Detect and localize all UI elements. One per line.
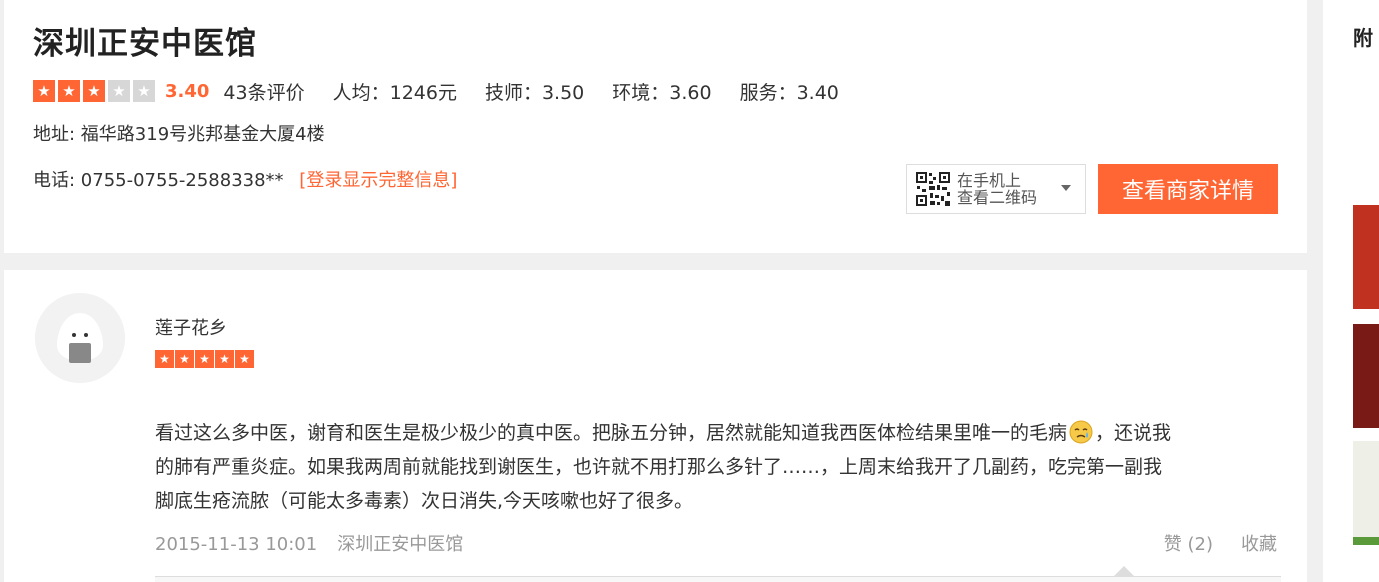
review-line-1: 看过这么多中医，谢育和医生是极少极少的真中医。把脉五分钟，居然就能知道我西医体检… xyxy=(155,422,1068,444)
review-body: 看过这么多中医，谢育和医生是极少极少的真中医。把脉五分钟，居然就能知道我西医体检… xyxy=(155,416,1281,518)
user-avatar[interactable] xyxy=(35,293,125,383)
review-line-2: 的肺有严重炎症。如果我两周前就能找到谢医生，也许就不用打那么多针了……，上周末给… xyxy=(155,456,1163,478)
review-actions: 赞 (2) 收藏 xyxy=(1164,530,1277,556)
shop-rating-stars: ★ ★ ★ ★ ★ xyxy=(33,80,155,102)
qr-label-line2: 查看二维码 xyxy=(957,188,1038,207)
review-line: 看过这么多中医，谢育和医生是极少极少的真中医。把脉五分钟，居然就能知道我西医体检… xyxy=(155,416,1281,450)
environment-score: 环境：3.60 xyxy=(612,81,712,104)
default-avatar-icon xyxy=(35,293,125,383)
star-icon: ★ xyxy=(175,350,194,368)
technician-score: 技师：3.50 xyxy=(484,81,585,104)
review-shop-link[interactable]: 深圳正安中医馆 xyxy=(337,534,463,555)
review-card: 莲子花乡 ★ ★ ★ ★ ★ 看过这么多中医，谢育和医生是极少极少的真中医。把脉… xyxy=(4,270,1307,582)
shop-phone: 电话: 0755-0755-2588338** xyxy=(33,170,284,191)
shop-name: 深圳正安中医馆 xyxy=(33,26,257,62)
rating-row: ★ ★ ★ ★ ★ 3.40 43条评价 人均：1246元 技师：3.50 环境… xyxy=(33,78,867,104)
review-meta: 2015-11-13 10:01 深圳正安中医馆 xyxy=(155,530,463,556)
star-icon: ★ xyxy=(235,350,254,368)
mobile-qr-button[interactable]: 在手机上 查看二维码 xyxy=(906,164,1086,214)
star-icon: ★ xyxy=(33,80,55,102)
review-line-1-tail: ，还说我 xyxy=(1095,422,1172,444)
review-username[interactable]: 莲子花乡 xyxy=(155,314,227,340)
star-icon: ★ xyxy=(58,80,80,102)
review-count-link[interactable]: 43条评价 xyxy=(223,78,304,105)
right-sidebar: 附 xyxy=(1323,0,1379,582)
shop-address: 地址: 福华路319号兆邦基金大厦4楼 xyxy=(33,124,325,145)
shop-info-card: 深圳正安中医馆 ★ ★ ★ ★ ★ 3.40 43条评价 人均：1246元 技师… xyxy=(4,0,1307,253)
reply-box-pointer xyxy=(1114,566,1134,576)
reply-box xyxy=(155,576,1281,582)
view-shop-details-button[interactable]: 查看商家详情 xyxy=(1098,164,1278,214)
caret-down-icon xyxy=(1061,185,1071,191)
star-empty-icon: ★ xyxy=(133,80,155,102)
qr-label: 在手机上 查看二维码 xyxy=(957,172,1037,206)
sidebar-ad-banner[interactable] xyxy=(1353,441,1379,545)
collect-button[interactable]: 收藏 xyxy=(1241,534,1277,555)
star-icon: ★ xyxy=(215,350,234,368)
sidebar-title: 附 xyxy=(1353,26,1373,50)
login-show-info-link[interactable]: [登录显示完整信息] xyxy=(299,170,457,191)
star-icon: ★ xyxy=(83,80,105,102)
shop-score: 3.40 xyxy=(165,80,210,102)
shop-phone-row: 电话: 0755-0755-2588338** [登录显示完整信息] xyxy=(33,166,457,192)
star-icon: ★ xyxy=(155,350,174,368)
star-icon: ★ xyxy=(195,350,214,368)
avg-price: 人均：1246元 xyxy=(332,81,457,104)
like-button[interactable]: 赞 (2) xyxy=(1164,534,1213,555)
review-rating-stars: ★ ★ ★ ★ ★ xyxy=(155,350,254,368)
qr-label-line1: 在手机上 xyxy=(957,171,1022,190)
crying-face-emoji-icon xyxy=(1069,420,1093,444)
star-empty-icon: ★ xyxy=(108,80,130,102)
sidebar-ad-banner[interactable] xyxy=(1353,324,1379,428)
service-score: 服务：3.40 xyxy=(739,81,839,104)
review-line-3: 脚底生疮流脓（可能太多毒素）次日消失,今天咳嗽也好了很多。 xyxy=(155,490,694,512)
sidebar-ad-banner[interactable] xyxy=(1353,205,1379,309)
qr-code-icon xyxy=(915,171,951,207)
review-date: 2015-11-13 10:01 xyxy=(155,534,318,555)
